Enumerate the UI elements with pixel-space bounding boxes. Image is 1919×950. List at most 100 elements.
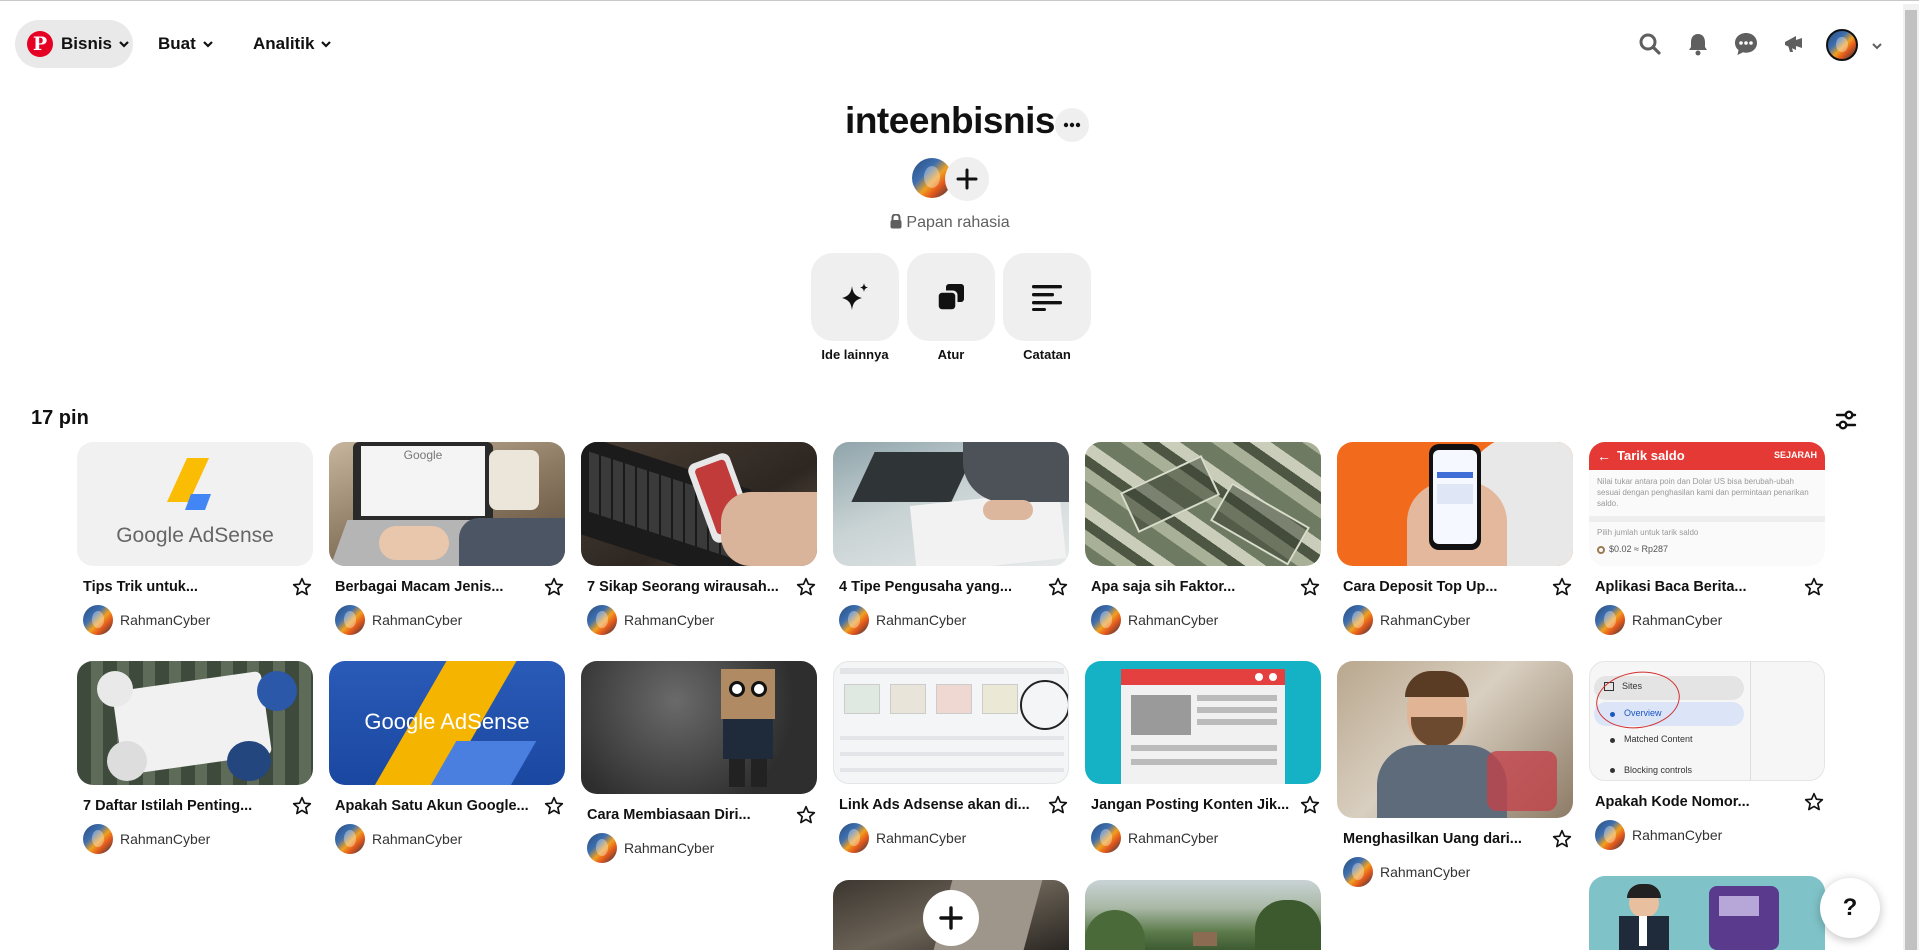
pin-card[interactable]: Sites Overview Matched Content Blocking … [1589, 661, 1825, 850]
pin-image[interactable] [1337, 661, 1573, 818]
author-avatar[interactable] [83, 605, 113, 635]
pin-title[interactable]: Link Ads Adsense akan di... [839, 797, 1030, 813]
pin-image[interactable]: Google [329, 442, 565, 566]
messages-icon[interactable] [1730, 28, 1762, 60]
pin-title[interactable]: Menghasilkan Uang dari... [1343, 831, 1522, 847]
scrollbar-thumb[interactable] [1905, 10, 1917, 950]
pin-card[interactable]: Cara Deposit Top Up... RahmanCyber [1337, 442, 1573, 635]
pin-image[interactable] [833, 442, 1069, 566]
author-avatar[interactable] [1343, 857, 1373, 887]
author-name[interactable]: RahmanCyber [1380, 612, 1470, 628]
author-name[interactable]: RahmanCyber [624, 612, 714, 628]
pin-title[interactable]: Cara Deposit Top Up... [1343, 579, 1497, 595]
author-avatar[interactable] [335, 605, 365, 635]
author-name[interactable]: RahmanCyber [1128, 830, 1218, 846]
author-name[interactable]: RahmanCyber [1632, 612, 1722, 628]
add-pin-button[interactable] [923, 890, 979, 946]
star-icon[interactable] [1803, 576, 1825, 598]
star-icon[interactable] [1299, 576, 1321, 598]
author-avatar[interactable] [1091, 605, 1121, 635]
pin-card[interactable]: Google AdSense Tips Trik untuk... Rahman… [77, 442, 313, 635]
star-icon[interactable] [1299, 794, 1321, 816]
filter-button[interactable] [1830, 404, 1862, 436]
star-icon[interactable] [291, 795, 313, 817]
search-icon[interactable] [1634, 28, 1666, 60]
author-name[interactable]: RahmanCyber [120, 612, 210, 628]
pin-title[interactable]: 4 Tipe Pengusaha yang... [839, 579, 1012, 595]
pin-card[interactable]: ← Tarik saldo SEJARAH Nilai tukar antara… [1589, 442, 1825, 635]
pin-image[interactable] [77, 661, 313, 785]
more-ideas-action[interactable]: Ide lainnya [811, 253, 899, 362]
star-icon[interactable] [543, 576, 565, 598]
pin-title[interactable]: 7 Daftar Istilah Penting... [83, 798, 252, 814]
pin-image[interactable]: ← Tarik saldo SEJARAH Nilai tukar antara… [1589, 442, 1825, 566]
author-name[interactable]: RahmanCyber [624, 840, 714, 856]
star-icon[interactable] [291, 576, 313, 598]
star-icon[interactable] [1047, 794, 1069, 816]
notes-action[interactable]: Catatan [1003, 253, 1091, 362]
pin-image[interactable] [581, 442, 817, 566]
pin-image[interactable] [833, 661, 1069, 784]
star-icon[interactable] [1803, 791, 1825, 813]
author-name[interactable]: RahmanCyber [1128, 612, 1218, 628]
pin-card[interactable]: Google AdSense Apakah Satu Akun Google..… [329, 661, 565, 854]
pin-image[interactable]: Google AdSense [329, 661, 565, 785]
announcements-megaphone-icon[interactable] [1778, 28, 1810, 60]
add-collaborator-button[interactable] [945, 157, 989, 201]
page-scrollbar[interactable] [1903, 4, 1919, 950]
author-avatar[interactable] [1343, 605, 1373, 635]
organize-action[interactable]: Atur [907, 253, 995, 362]
analytics-menu-button[interactable]: Analitik [253, 20, 332, 68]
pin-card[interactable] [1085, 880, 1321, 950]
notes-tile[interactable] [1003, 253, 1091, 341]
author-avatar[interactable] [83, 824, 113, 854]
create-menu-button[interactable]: Buat [158, 20, 214, 68]
pin-title[interactable]: Cara Membiasaan Diri... [587, 807, 751, 823]
notifications-bell-icon[interactable] [1682, 28, 1714, 60]
author-name[interactable]: RahmanCyber [876, 830, 966, 846]
author-name[interactable]: RahmanCyber [1380, 864, 1470, 880]
author-name[interactable]: RahmanCyber [372, 612, 462, 628]
pin-image[interactable] [833, 880, 1069, 950]
business-menu-button[interactable]: P Bisnis [15, 20, 133, 68]
pin-image[interactable] [581, 661, 817, 794]
pin-card[interactable]: 4 Tipe Pengusaha yang... RahmanCyber [833, 442, 1069, 635]
pin-card[interactable]: 7 Daftar Istilah Penting... RahmanCyber [77, 661, 313, 854]
pin-card[interactable]: Link Ads Adsense akan di... RahmanCyber [833, 661, 1069, 853]
account-chevron-down-icon[interactable] [1871, 40, 1883, 52]
pin-image[interactable]: Sites Overview Matched Content Blocking … [1589, 661, 1825, 781]
organize-tile[interactable] [907, 253, 995, 341]
pin-card[interactable]: Google Berbagai Macam Jenis... RahmanCyb… [329, 442, 565, 635]
star-icon[interactable] [795, 576, 817, 598]
author-avatar[interactable] [839, 823, 869, 853]
pin-card[interactable]: Jangan Posting Konten Jik... RahmanCyber [1085, 661, 1321, 853]
star-icon[interactable] [1047, 576, 1069, 598]
pin-image[interactable] [1085, 661, 1321, 784]
author-avatar[interactable] [1595, 820, 1625, 850]
pin-image[interactable] [1589, 876, 1825, 950]
more-ideas-tile[interactable] [811, 253, 899, 341]
pin-title[interactable]: Apakah Kode Nomor... [1595, 794, 1750, 810]
pin-image[interactable]: Google AdSense [77, 442, 313, 566]
pin-title[interactable]: Berbagai Macam Jenis... [335, 579, 503, 595]
pin-title[interactable]: Tips Trik untuk... [83, 579, 198, 595]
author-avatar[interactable] [1595, 605, 1625, 635]
help-button[interactable]: ? [1820, 878, 1880, 938]
pin-card[interactable]: 7 Sikap Seorang wirausah... RahmanCyber [581, 442, 817, 635]
star-icon[interactable] [1551, 828, 1573, 850]
pin-title[interactable]: Aplikasi Baca Berita... [1595, 579, 1747, 595]
pin-card[interactable] [1589, 876, 1825, 950]
author-avatar[interactable] [587, 833, 617, 863]
pin-image[interactable] [1085, 442, 1321, 566]
author-name[interactable]: RahmanCyber [372, 831, 462, 847]
author-name[interactable]: RahmanCyber [876, 612, 966, 628]
author-avatar[interactable] [839, 605, 869, 635]
author-avatar[interactable] [1091, 823, 1121, 853]
profile-avatar[interactable] [1826, 29, 1858, 61]
star-icon[interactable] [795, 804, 817, 826]
pin-title[interactable]: 7 Sikap Seorang wirausah... [587, 579, 779, 595]
pin-title[interactable]: Apa saja sih Faktor... [1091, 579, 1235, 595]
author-avatar[interactable] [587, 605, 617, 635]
pin-title[interactable]: Jangan Posting Konten Jik... [1091, 797, 1289, 813]
author-name[interactable]: RahmanCyber [120, 831, 210, 847]
